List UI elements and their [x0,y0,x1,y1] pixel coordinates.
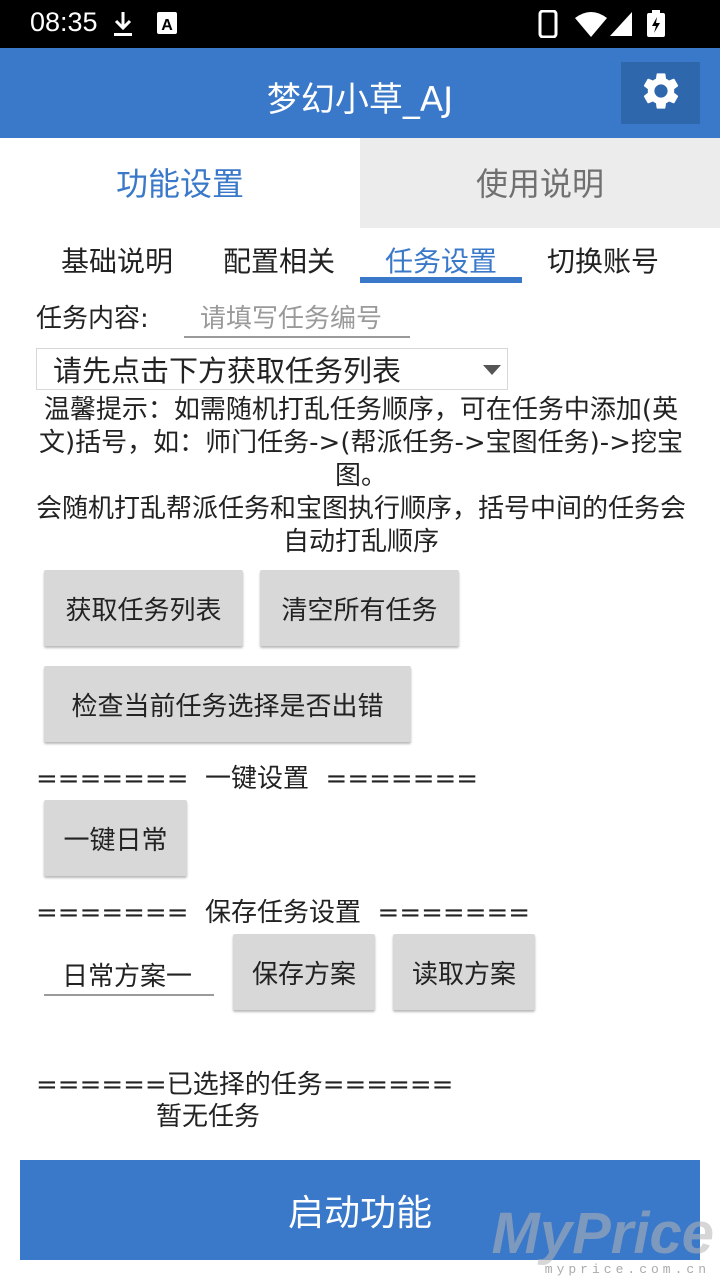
task-content-label: 任务内容: [36,304,149,334]
task-list-select-value: 请先点击下方获取任务列表 [53,354,402,388]
plan-name-value: 日常方案一 [62,962,193,992]
load-plan-button[interactable]: 读取方案 [393,934,535,1010]
one-key-section-header: ======= 一键设置 ======= [36,764,479,794]
watermark-logo: MyPrice [491,1201,714,1266]
battery-charging-icon [646,10,666,42]
tip-text: 温馨提示：如需随机打乱任务顺序，可在任务中添加(英文)括号，如：师门任务->(帮… [36,394,686,559]
plan-name-input[interactable]: 日常方案一 [44,952,214,996]
download-icon [112,10,134,42]
task-number-placeholder: 请填写任务编号 [200,304,383,334]
subtab-basic-info[interactable]: 基础说明 [36,240,198,282]
task-list-select[interactable]: 请先点击下方获取任务列表 [36,348,508,390]
tab-usage-instructions[interactable]: 使用说明 [360,138,720,228]
save-task-section-header: ======= 保存任务设置 ======= [36,898,531,928]
dropdown-arrow-icon [483,365,501,375]
clear-all-tasks-button[interactable]: 清空所有任务 [260,570,459,646]
tip-line-2: 会随机打乱帮派任务和宝图执行顺序，括号中间的任务会自动打乱顺序 [36,494,687,557]
subtab-indicator [360,277,522,283]
phone-icon [538,9,558,42]
wifi-icon [574,10,608,42]
watermark-url: myprice.com.cn [544,1262,710,1277]
save-plan-button[interactable]: 保存方案 [233,934,375,1010]
gear-icon [639,69,683,117]
subtab-config[interactable]: 配置相关 [198,240,360,282]
status-time: 08:35 [30,7,98,37]
subtab-switch-account[interactable]: 切换账号 [522,240,684,282]
status-bar: 08:35 A [0,0,720,48]
selected-tasks-empty: 暂无任务 [156,1102,261,1132]
get-task-list-button[interactable]: 获取任务列表 [44,570,243,646]
app-bar: 梦幻小草_AJ [0,48,720,138]
settings-button[interactable] [621,62,700,124]
svg-text:A: A [161,17,173,34]
keyboard-a-icon: A [156,10,178,40]
main-tabs: 功能设置 使用说明 [0,138,720,228]
app-title: 梦幻小草_AJ [266,80,454,120]
subtab-task-settings[interactable]: 任务设置 [360,240,522,282]
signal-icon [608,10,634,42]
tab-function-settings[interactable]: 功能设置 [0,138,360,228]
check-selection-button[interactable]: 检查当前任务选择是否出错 [44,666,411,742]
one-key-daily-button[interactable]: 一键日常 [44,800,187,876]
task-number-input[interactable]: 请填写任务编号 [184,296,410,338]
tip-line-1: 温馨提示：如需随机打乱任务顺序，可在任务中添加(英文)括号，如：师门任务->(帮… [39,395,683,491]
